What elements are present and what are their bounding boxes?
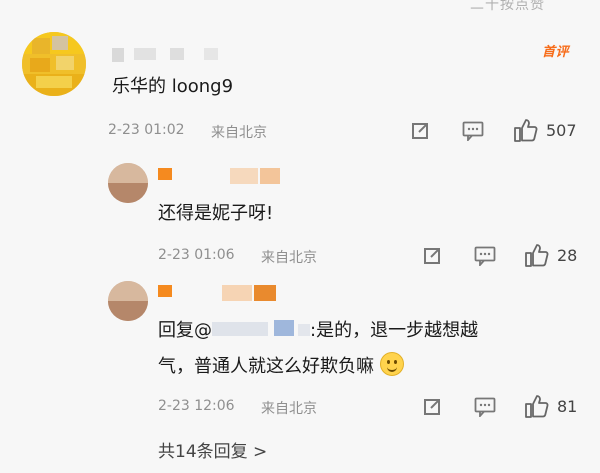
like-icon[interactable]: [524, 242, 550, 268]
reply-text: 还得是妮子呀!: [158, 203, 274, 224]
comment-date: 2-23 01:02: [108, 122, 185, 138]
like-count: 507: [546, 121, 577, 140]
avatar[interactable]: [108, 281, 148, 321]
share-icon[interactable]: [421, 396, 443, 418]
avatar[interactable]: [22, 32, 86, 96]
reply-location: 来自北京: [261, 250, 317, 266]
avatar[interactable]: [108, 163, 148, 203]
reply-location: 来自北京: [261, 401, 317, 417]
share-icon[interactable]: [421, 245, 443, 267]
header-clip: 二十按点赞: [470, 0, 545, 13]
first-comment-badge: 首评: [542, 45, 570, 60]
reply-date: 2-23 12:06: [158, 398, 235, 414]
comment-location: 来自北京: [211, 125, 267, 141]
like-count: 81: [557, 397, 578, 416]
reply-prefix: 回复: [158, 320, 194, 341]
username-blurred[interactable]: [158, 285, 276, 301]
username-blurred[interactable]: [112, 48, 218, 64]
reply-text-line1: 回复@ :是的，退一步越想越: [158, 317, 478, 345]
smile-emoji: [379, 352, 404, 376]
comment-icon[interactable]: [474, 397, 496, 417]
reply-text-line2: 气，普通人就这么好欺负嘛: [158, 352, 404, 381]
like-icon[interactable]: [513, 117, 539, 143]
comment-icon[interactable]: [474, 246, 496, 266]
comment-icon[interactable]: [462, 121, 484, 141]
comment-text: 乐华的 loong9: [112, 76, 234, 97]
share-icon[interactable]: [409, 120, 431, 142]
reply-text-main: :是的，退一步越想越: [310, 320, 479, 341]
mention[interactable]: @: [194, 320, 212, 341]
like-count: 28: [557, 246, 578, 265]
like-icon[interactable]: [524, 393, 550, 419]
mention-blurred[interactable]: [212, 317, 310, 345]
username-blurred[interactable]: [158, 168, 280, 184]
view-more-replies-link[interactable]: 共14条回复 >: [158, 437, 267, 462]
reply-date: 2-23 01:06: [158, 247, 235, 263]
